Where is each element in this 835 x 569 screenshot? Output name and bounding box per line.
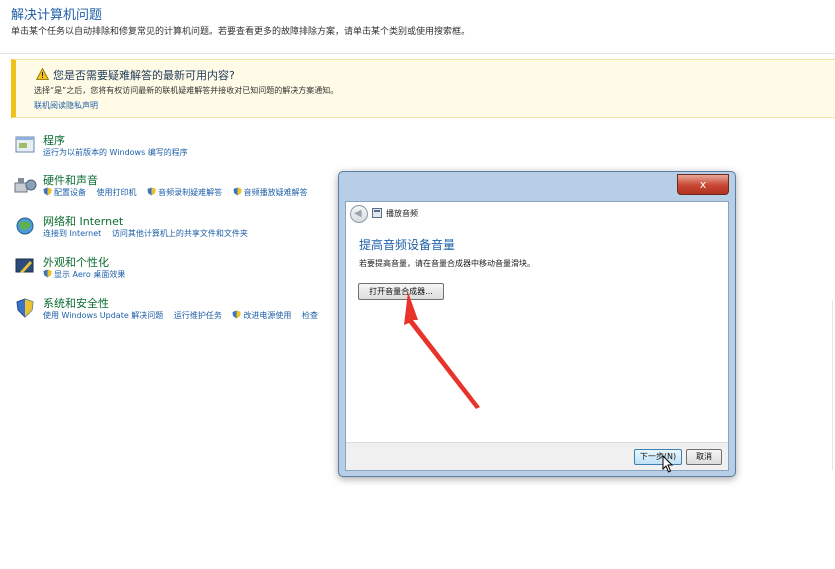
troubleshooter-app-icon [372, 208, 382, 218]
troubleshooter-dialog: x ◀ 播放音频 提高音频设备音量 若要提高音量，请在音量合成器中移动音量滑块。… [338, 171, 736, 477]
link-power-usage-label: 改进电源使用 [243, 311, 292, 320]
link-shared-files[interactable]: 访问其他计算机上的共享文件和文件夹 [112, 228, 248, 239]
uac-shield-icon [43, 187, 52, 196]
link-aero-effects[interactable]: 显示 Aero 桌面效果 [43, 269, 125, 280]
category-programs-title[interactable]: 程序 [43, 132, 65, 148]
info-bar-title: 您是否需要疑难解答的最新可用内容? [53, 69, 235, 82]
uac-shield-icon [233, 187, 242, 196]
page-subtitle: 单击某个任务以自动排除和修复常见的计算机问题。若要查看更多的故障排除方案，请单击… [11, 27, 471, 37]
category-appearance-title[interactable]: 外观和个性化 [43, 254, 109, 270]
link-aero-effects-label: 显示 Aero 桌面效果 [54, 270, 126, 279]
annotation-arrow-icon [404, 292, 480, 409]
link-maintenance[interactable]: 运行维护任务 [174, 310, 222, 321]
link-configure-device[interactable]: 配置设备 [43, 187, 86, 198]
link-use-printer[interactable]: 使用打印机 [97, 187, 137, 198]
next-button[interactable]: 下一步(N) [634, 449, 682, 465]
programs-icon [15, 136, 35, 153]
privacy-link[interactable]: 联机阅读隐私声明 [34, 100, 98, 111]
category-system-security-title[interactable]: 系统和安全性 [43, 295, 109, 311]
dialog-heading: 提高音频设备音量 [359, 238, 456, 252]
page-title: 解决计算机问题 [11, 8, 103, 23]
mouse-cursor-icon [662, 455, 674, 473]
category-network-internet-title[interactable]: 网络和 Internet [43, 213, 123, 229]
uac-shield-icon [232, 310, 241, 319]
hardware-sound-icon [14, 178, 37, 193]
link-audio-playback[interactable]: 音频播放疑难解答 [233, 187, 308, 198]
dialog-body-text: 若要提高音量，请在音量合成器中移动音量滑块。 [359, 259, 535, 268]
uac-shield-icon [43, 269, 52, 278]
link-windows-update[interactable]: 使用 Windows Update 解决问题 [43, 310, 163, 321]
link-check[interactable]: 检查 [302, 310, 318, 321]
network-globe-icon [16, 217, 34, 235]
link-audio-recording-label: 音频录制疑难解答 [158, 188, 223, 197]
link-run-legacy-programs[interactable]: 运行为以前版本的 Windows 编写的程序 [43, 147, 188, 158]
link-connect-internet[interactable]: 连接到 Internet [43, 228, 101, 239]
back-button[interactable]: ◀ [350, 205, 368, 223]
dialog-close-button[interactable]: x [677, 174, 729, 195]
top-divider [0, 53, 835, 54]
link-audio-recording[interactable]: 音频录制疑难解答 [147, 187, 222, 198]
link-configure-device-label: 配置设备 [54, 188, 86, 197]
dialog-app-title: 播放音频 [386, 209, 418, 218]
uac-shield-icon [147, 187, 156, 196]
link-power-usage[interactable]: 改进电源使用 [232, 310, 291, 321]
system-security-icon [16, 298, 34, 318]
back-arrow-icon: ◀ [354, 208, 362, 219]
info-bar: 您是否需要疑难解答的最新可用内容? 选择“是”之后，您将有权访问最新的联机疑难解… [11, 59, 835, 118]
link-audio-playback-label: 音频播放疑难解答 [243, 188, 308, 197]
info-bar-text: 选择“是”之后，您将有权访问最新的联机疑难解答并接收对已知问题的解决方案通知。 [34, 86, 339, 95]
category-hardware-sound-title[interactable]: 硬件和声音 [43, 172, 98, 188]
page-scroll-edge [832, 300, 833, 470]
appearance-icon [15, 258, 34, 273]
cancel-button[interactable]: 取消 [686, 449, 722, 465]
